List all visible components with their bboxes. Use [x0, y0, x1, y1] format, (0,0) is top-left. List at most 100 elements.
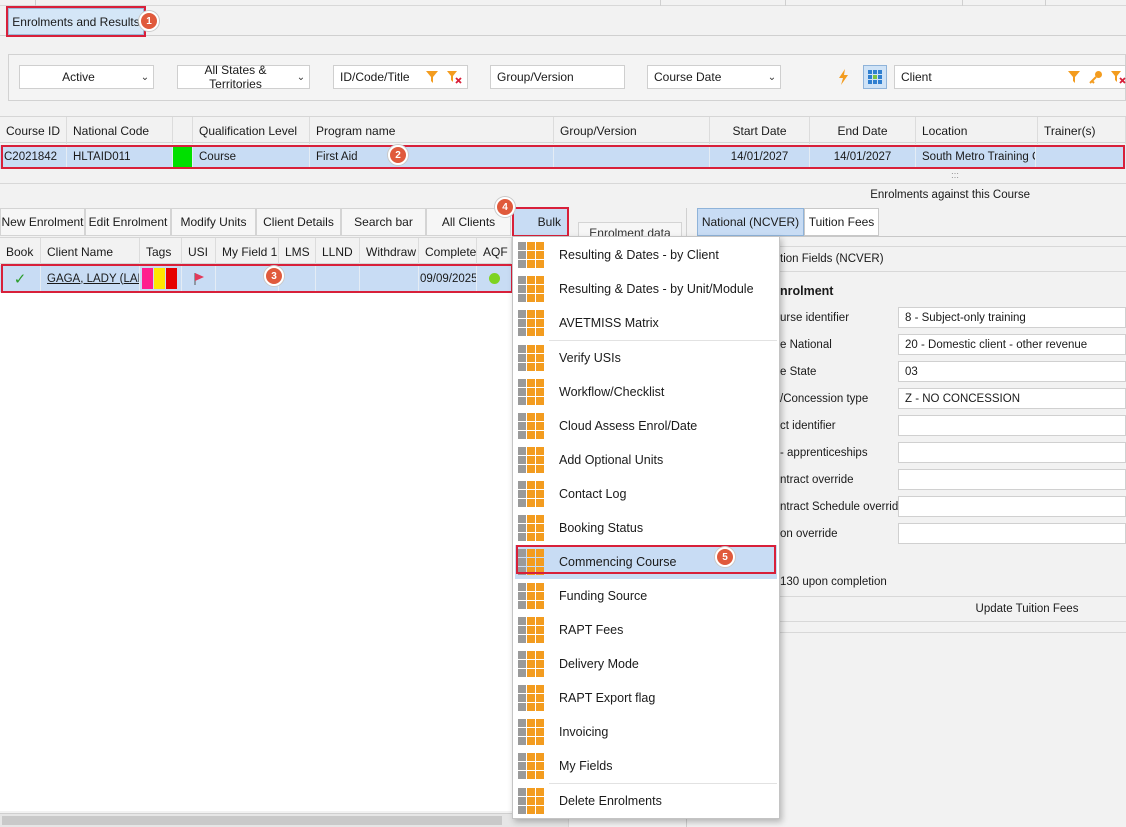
field-value[interactable] — [898, 442, 1126, 463]
bulk-menu-item[interactable]: Cloud Assess Enrol/Date — [515, 409, 777, 443]
bulk-menu-item[interactable]: Delivery Mode — [515, 647, 777, 681]
search-bar-button[interactable]: Search bar — [341, 208, 426, 236]
bulk-menu-item[interactable]: Contact Log — [515, 477, 777, 511]
col-group-version[interactable]: Group/Version — [554, 117, 710, 144]
col-complete[interactable]: Complete — [419, 238, 477, 265]
field-value[interactable]: 03 — [898, 361, 1126, 382]
col-qualification-level[interactable]: Qualification Level — [193, 117, 310, 144]
field-value[interactable] — [898, 523, 1126, 544]
key-icon[interactable] — [1088, 68, 1104, 86]
date-type-dropdown[interactable]: Course Date ⌄ — [647, 65, 781, 89]
field-value[interactable] — [898, 496, 1126, 517]
field-value[interactable] — [898, 415, 1126, 436]
col-llnd[interactable]: LLND — [316, 238, 360, 265]
bulk-menu-item[interactable]: AVETMISS Matrix — [515, 306, 777, 340]
grid-icon — [518, 481, 544, 507]
col-tags[interactable]: Tags — [140, 238, 182, 265]
col-end-date[interactable]: End Date — [810, 117, 916, 144]
filter-icon[interactable] — [423, 68, 441, 86]
bulk-menu-item-label: AVETMISS Matrix — [559, 316, 659, 330]
field-value[interactable]: 8 - Subject-only training — [898, 307, 1126, 328]
col-aqf[interactable]: AQF — [477, 238, 512, 265]
client-details-button[interactable]: Client Details — [256, 208, 341, 236]
field-label: e National — [780, 339, 832, 351]
tab-bar — [0, 6, 1126, 36]
bulk-menu-item-label: Resulting & Dates - by Client — [559, 248, 719, 262]
bulk-menu-item[interactable]: Add Optional Units — [515, 443, 777, 477]
bulk-menu-item[interactable]: RAPT Fees — [515, 613, 777, 647]
splitter-grip-icon[interactable]: ⋯ ⋯ — [951, 170, 963, 182]
col-my-field-1[interactable]: My Field 1 — [216, 238, 279, 265]
course-id-cell: C2021842 — [0, 145, 67, 169]
clear-filter-icon[interactable] — [445, 68, 463, 86]
col-lms[interactable]: LMS — [279, 238, 316, 265]
update-tuition-fees-button[interactable]: Update Tuition Fees — [928, 598, 1126, 620]
col-location[interactable]: Location — [916, 117, 1038, 144]
new-enrolment-button[interactable]: New Enrolment — [0, 208, 85, 236]
modify-units-button[interactable]: Modify Units — [171, 208, 256, 236]
bulk-menu-item[interactable]: Invoicing — [515, 715, 777, 749]
bulk-menu-item[interactable]: Funding Source — [515, 579, 777, 613]
col-book[interactable]: Book — [0, 238, 41, 265]
course-grid-header: Course ID National Code Qualification Le… — [0, 116, 1126, 144]
section-title: nrolment — [780, 284, 834, 298]
lms-cell — [279, 265, 316, 292]
col-color[interactable] — [173, 117, 193, 144]
bulk-menu-item-label: Cloud Assess Enrol/Date — [559, 419, 698, 433]
field-label: ct identifier — [780, 420, 836, 432]
course-row[interactable]: C2021842 HLTAID011 Course First Aid 14/0… — [0, 145, 1126, 169]
col-client-name[interactable]: Client Name — [41, 238, 140, 265]
bulk-menu-item[interactable]: Booking Status — [515, 511, 777, 545]
grid-icon — [518, 310, 544, 336]
horizontal-scrollbar[interactable] — [0, 813, 568, 827]
tab-tuition-fees[interactable]: Tuition Fees — [804, 208, 879, 236]
bulk-menu-item[interactable]: RAPT Export flag — [515, 681, 777, 715]
chevron-down-icon: ⌄ — [296, 71, 306, 83]
bulk-menu-item-label: My Fields — [559, 759, 613, 773]
col-withdraw[interactable]: Withdraw — [360, 238, 419, 265]
bulk-menu-item[interactable]: Delete Enrolments — [515, 784, 777, 818]
field-value[interactable]: 20 - Domestic client - other revenue — [898, 334, 1126, 355]
group-version-input[interactable]: Group/Version — [490, 65, 625, 89]
clear-client-filter-icon[interactable] — [1110, 68, 1126, 86]
grid-icon — [518, 753, 544, 779]
bulk-menu-item[interactable]: Resulting & Dates - by Client — [515, 238, 777, 272]
bulk-menu-item[interactable]: Verify USIs — [515, 341, 777, 375]
group-version-placeholder: Group/Version — [497, 70, 574, 84]
col-national-code[interactable]: National Code — [67, 117, 173, 144]
section-header: tion Fields (NCVER) — [780, 253, 884, 265]
field-value[interactable] — [898, 469, 1126, 490]
bulk-menu-item-label: Funding Source — [559, 589, 648, 603]
bulk-menu-item[interactable]: My Fields — [515, 749, 777, 783]
bulk-menu: Resulting & Dates - by Client Resulting &… — [512, 236, 780, 819]
tag-swatch — [154, 268, 165, 289]
start-date-cell: 14/01/2027 — [710, 145, 810, 169]
col-program-name[interactable]: Program name — [310, 117, 554, 144]
tab-enrolments-and-results[interactable]: Enrolments and Results — [8, 8, 144, 35]
edit-enrolment-button[interactable]: Edit Enrolment — [85, 208, 171, 236]
field-label: urse identifier — [780, 312, 850, 324]
client-filter-icon[interactable] — [1066, 68, 1082, 86]
lightning-icon[interactable] — [835, 67, 853, 87]
col-course-id[interactable]: Course ID — [0, 117, 67, 144]
field-label: /Concession type — [780, 393, 869, 405]
field-value[interactable]: Z - NO CONCESSION — [898, 388, 1126, 409]
col-start-date[interactable]: Start Date — [710, 117, 810, 144]
bulk-menu-item-label: Contact Log — [559, 487, 627, 501]
bulk-button[interactable]: Bulk — [513, 208, 568, 236]
status-filter-dropdown[interactable]: Active ⌄ — [19, 65, 154, 89]
col-usi[interactable]: USI — [182, 238, 216, 265]
bulk-menu-item-label: Workflow/Checklist — [559, 385, 665, 399]
bulk-menu-item[interactable]: Commencing Course — [515, 545, 777, 579]
bulk-menu-item[interactable]: Workflow/Checklist — [515, 375, 777, 409]
grid-view-icon[interactable] — [863, 65, 887, 89]
bulk-menu-item[interactable]: Resulting & Dates - by Unit/Module — [515, 272, 777, 306]
client-name-cell[interactable]: GAGA, LADY (LAD — [41, 265, 140, 292]
col-trainers[interactable]: Trainer(s) — [1038, 117, 1126, 144]
tab-national-ncver[interactable]: National (NCVER) — [697, 208, 804, 236]
grid-icon — [518, 719, 544, 745]
grid-icon — [518, 617, 544, 643]
bulk-menu-item-label: Verify USIs — [559, 351, 621, 365]
enrolment-row[interactable]: ✓ GAGA, LADY (LAD 09/09/2025 — [0, 265, 512, 292]
states-filter-dropdown[interactable]: All States & Territories ⌄ — [177, 63, 310, 91]
